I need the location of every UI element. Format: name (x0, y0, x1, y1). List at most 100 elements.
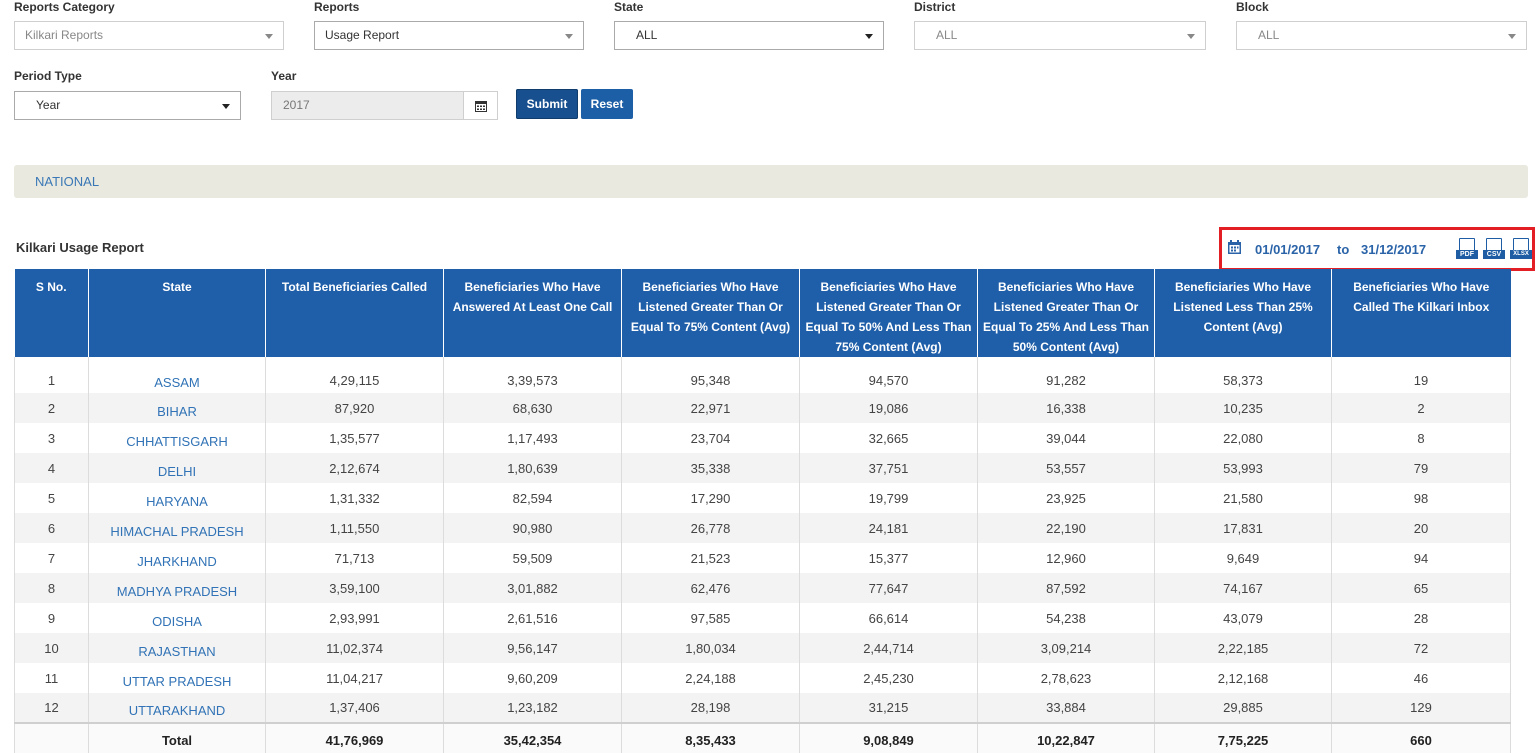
table-cell: 33,884 (977, 693, 1155, 723)
reset-button[interactable]: Reset (581, 89, 633, 119)
xlsx-export-button[interactable]: XLSX (1510, 238, 1532, 264)
state-link[interactable]: CHHATTISGARH (88, 423, 266, 453)
column-header[interactable]: Beneficiaries Who Have Called The Kilkar… (1331, 269, 1511, 357)
table-cell: 23,704 (621, 423, 800, 453)
period-type-value: Year (36, 98, 61, 112)
csv-export-button[interactable]: CSV (1483, 238, 1505, 264)
table-cell: 91,282 (977, 357, 1155, 393)
table-cell: 97,585 (621, 603, 800, 633)
table-row: 5 HARYANA 1,31,332 82,594 17,290 19,799 23,925… (14, 483, 1511, 513)
table-cell: 2 (14, 393, 89, 423)
table-cell: 65 (1331, 573, 1511, 603)
table-cell: 62,476 (621, 573, 800, 603)
state-link[interactable]: HIMACHAL PRADESH (88, 513, 266, 543)
state-select[interactable]: ALL (614, 21, 884, 50)
table-cell: 1,31,332 (265, 483, 444, 513)
block-select[interactable]: ALL (1236, 21, 1527, 50)
state-link[interactable]: UTTAR PRADESH (88, 663, 266, 693)
state-link[interactable]: BIHAR (88, 393, 266, 423)
table-cell: 2,12,168 (1154, 663, 1332, 693)
column-header[interactable]: State (88, 269, 266, 357)
period-type-select[interactable]: Year (14, 91, 241, 120)
table-cell: 95,348 (621, 357, 800, 393)
total-cell: 9,08,849 (799, 722, 978, 753)
table-cell: 21,523 (621, 543, 800, 573)
state-link[interactable]: RAJASTHAN (88, 633, 266, 663)
column-header[interactable]: Beneficiaries Who Have Listened Greater … (977, 269, 1155, 357)
table-cell: 53,557 (977, 453, 1155, 483)
state-label: State (614, 0, 644, 14)
district-label: District (914, 0, 956, 14)
caret-down-icon (1187, 34, 1195, 39)
csv-label: CSV (1483, 250, 1505, 259)
usage-report-table: S No. State Total Beneficiaries Called Bene… (14, 269, 1511, 753)
table-cell: 1,17,493 (443, 423, 622, 453)
table-cell: 23,925 (977, 483, 1155, 513)
reports-category-select[interactable]: Kilkari Reports (14, 21, 284, 50)
table-cell: 2,78,623 (977, 663, 1155, 693)
column-header[interactable]: Beneficiaries Who Have Answered At Least… (443, 269, 622, 357)
table-cell: 54,238 (977, 603, 1155, 633)
table-cell: 68,630 (443, 393, 622, 423)
reports-category-label: Reports Category (14, 0, 115, 14)
calendar-icon (1228, 240, 1241, 254)
table-header-row: S No. State Total Beneficiaries Called Bene… (14, 269, 1511, 357)
table-row: 3 CHHATTISGARH 1,35,577 1,17,493 23,704 32,66… (14, 423, 1511, 453)
reports-value: Usage Report (325, 28, 400, 42)
table-cell: 10,235 (1154, 393, 1332, 423)
state-link[interactable]: DELHI (88, 453, 266, 483)
table-cell: 1,23,182 (443, 693, 622, 723)
table-cell: 35,338 (621, 453, 800, 483)
submit-button[interactable]: Submit (516, 89, 578, 119)
district-value: ALL (936, 28, 958, 42)
pdf-label: PDF (1456, 250, 1478, 259)
state-link[interactable]: UTTARAKHAND (88, 693, 266, 723)
table-cell: 22,080 (1154, 423, 1332, 453)
table-cell: 1,80,034 (621, 633, 800, 663)
table-cell: 3 (14, 423, 89, 453)
caret-down-icon (1508, 34, 1516, 39)
table-cell: 98 (1331, 483, 1511, 513)
district-select[interactable]: ALL (914, 21, 1206, 50)
table-cell: 2,24,188 (621, 663, 800, 693)
state-link[interactable]: MADHYA PRADESH (88, 573, 266, 603)
pdf-export-button[interactable]: PDF (1456, 238, 1478, 264)
state-link[interactable]: HARYANA (88, 483, 266, 513)
table-cell: 2,61,516 (443, 603, 622, 633)
column-header[interactable]: Beneficiaries Who Have Listened Greater … (799, 269, 978, 357)
table-cell: 3,01,882 (443, 573, 622, 603)
state-link[interactable]: ASSAM (88, 357, 266, 393)
total-cell: 8,35,433 (621, 722, 800, 753)
table-row: 12 UTTARAKHAND 1,37,406 1,23,182 28,198 31,21… (14, 693, 1511, 723)
total-cell (14, 722, 89, 753)
state-link[interactable]: JHARKHAND (88, 543, 266, 573)
column-header[interactable]: Beneficiaries Who Have Listened Less Tha… (1154, 269, 1332, 357)
table-cell: 129 (1331, 693, 1511, 723)
table-cell: 9,56,147 (443, 633, 622, 663)
year-calendar-button[interactable] (463, 92, 497, 119)
table-row: 1 ASSAM 4,29,115 3,39,573 95,348 94,570 91,282… (14, 357, 1511, 393)
table-cell: 19 (1331, 357, 1511, 393)
table-row: 11 UTTAR PRADESH 11,04,217 9,60,209 2,24,188… (14, 663, 1511, 693)
reports-select[interactable]: Usage Report (314, 21, 584, 50)
year-input[interactable]: 2017 (271, 91, 498, 120)
calendar-icon (474, 100, 487, 112)
state-link[interactable]: ODISHA (88, 603, 266, 633)
breadcrumb-national[interactable]: NATIONAL (35, 174, 99, 189)
table-cell: 94,570 (799, 357, 978, 393)
reports-label: Reports (314, 0, 360, 14)
table-cell: 12,960 (977, 543, 1155, 573)
column-header[interactable]: Beneficiaries Who Have Listened Greater … (621, 269, 800, 357)
table-cell: 87,592 (977, 573, 1155, 603)
table-cell: 8 (1331, 423, 1511, 453)
table-row: 4 DELHI 2,12,674 1,80,639 35,338 37,751 53,557… (14, 453, 1511, 483)
table-cell: 22,190 (977, 513, 1155, 543)
date-to-label: to (1337, 242, 1350, 257)
table-cell: 59,509 (443, 543, 622, 573)
breadcrumb: NATIONAL (14, 165, 1528, 198)
block-label: Block (1236, 0, 1269, 14)
table-cell: 11 (14, 663, 89, 693)
table-cell: 1,35,577 (265, 423, 444, 453)
column-header[interactable]: Total Beneficiaries Called (265, 269, 444, 357)
column-header[interactable]: S No. (14, 269, 89, 357)
